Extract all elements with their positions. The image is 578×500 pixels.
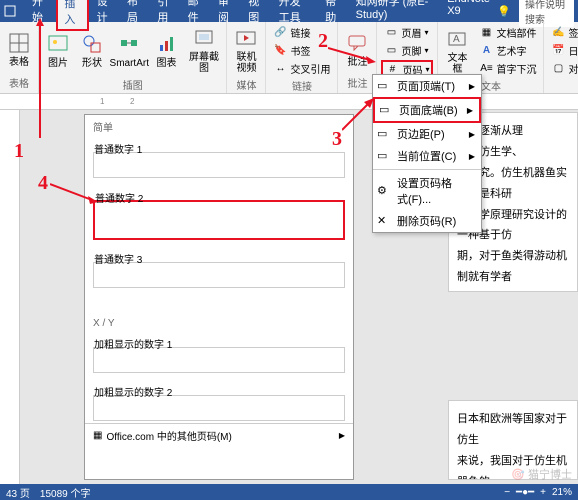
status-page[interactable]: 43 页: [6, 485, 30, 500]
footer-button[interactable]: ▭页脚▾: [381, 42, 433, 59]
menu-remove-pagenum[interactable]: ✕删除页码(R): [373, 210, 481, 232]
menu-separator: [373, 169, 481, 170]
screenshot-icon: [192, 26, 216, 50]
chevron-right-icon: ▶: [469, 152, 475, 161]
chevron-right-icon: ▶: [469, 82, 475, 91]
date-icon: 📅: [551, 44, 565, 58]
chevron-right-icon: ▶: [469, 130, 475, 139]
link-icon: 🔗: [273, 26, 287, 40]
zoom-in-icon[interactable]: +: [540, 487, 546, 498]
wordart-icon: A: [479, 44, 493, 58]
menu-current-pos[interactable]: ▭当前位置(C)▶: [373, 145, 481, 167]
annotation-1: 1: [14, 140, 24, 163]
signature-button[interactable]: ✍签名行: [548, 24, 578, 41]
chevron-right-icon: ▶: [339, 431, 345, 440]
svg-text:A: A: [453, 34, 460, 45]
status-words[interactable]: 15089 个字: [40, 485, 91, 500]
parts-icon: ▦: [479, 26, 493, 40]
lightbulb-icon: 💡: [497, 5, 511, 18]
crossref-button[interactable]: ↔交叉引用: [270, 60, 333, 77]
page-bottom-icon: ▭: [379, 103, 393, 117]
gallery-item[interactable]: 普通数字 1: [93, 152, 345, 178]
ribbon: 表格 表格 图片 形状 SmartArt 图表 屏幕截图 插图 联机视频 媒体 …: [0, 22, 578, 94]
video-icon: [234, 26, 258, 50]
gallery-item[interactable]: 普通数字 3: [93, 262, 345, 288]
object-button[interactable]: ▢对象: [548, 60, 578, 77]
zoom-slider[interactable]: ━●━: [516, 487, 534, 498]
office-icon: ▦: [93, 430, 102, 441]
smartart-icon: [117, 32, 141, 56]
menu-format-pagenum[interactable]: ⚙设置页码格式(F)...: [373, 172, 481, 210]
chart-button[interactable]: 图表: [152, 24, 182, 76]
dropcap-button[interactable]: A≡首字下沉: [476, 60, 539, 77]
menu-page-bottom[interactable]: ▭页面底端(B)▶: [373, 97, 481, 123]
save-icon[interactable]: [4, 4, 16, 18]
titlebar: 开始插入设计布局引用邮件审阅视图开发工具帮助知网研学 (原E-Study)End…: [0, 0, 578, 22]
chevron-right-icon: ▶: [467, 106, 473, 115]
wordart-button[interactable]: A艺术字: [476, 42, 539, 59]
shapes-button[interactable]: 形状: [77, 24, 107, 76]
current-pos-icon: ▭: [377, 149, 391, 163]
annotation-2: 2: [318, 30, 328, 53]
online-video-button[interactable]: 联机视频: [231, 24, 261, 76]
watermark: 🎯猫宁博士: [511, 466, 572, 482]
menu-page-top[interactable]: ▭页面顶端(T)▶: [373, 75, 481, 97]
weibo-icon: 🎯: [511, 468, 525, 481]
group-illustrations: 图片 形状 SmartArt 图表 屏幕截图 插图: [39, 22, 227, 93]
datetime-button[interactable]: 📅日期和时间: [548, 42, 578, 59]
format-icon: ⚙: [377, 184, 391, 198]
page-margin-icon: ▭: [377, 127, 391, 141]
crossref-icon: ↔: [273, 62, 287, 76]
gallery-item[interactable]: 加粗显示的数字 2: [93, 395, 345, 421]
quickparts-button[interactable]: ▦文档部件: [476, 24, 539, 41]
annotation-arrow-2: [328, 42, 378, 64]
group-text2: ✍签名行 📅日期和时间 ▢对象: [544, 22, 578, 93]
header-icon: ▭: [384, 26, 398, 40]
annotation-arrow-4: [50, 182, 100, 206]
gallery-section-xy: X / Y: [85, 314, 353, 333]
statusbar: 43 页 15089 个字 − ━●━ + 21%: [0, 484, 578, 500]
chart-icon: [155, 32, 179, 56]
object-icon: ▢: [551, 62, 565, 76]
page-top-icon: ▭: [377, 79, 391, 93]
bookmark-icon: 🔖: [273, 44, 287, 58]
group-media: 联机视频 媒体: [227, 22, 266, 93]
pagenum-dropdown: ▭页面顶端(T)▶ ▭页面底端(B)▶ ▭页边距(P)▶ ▭当前位置(C)▶ ⚙…: [372, 74, 482, 233]
smartart-button[interactable]: SmartArt: [111, 24, 148, 76]
textbox-button[interactable]: A文本框: [442, 24, 472, 77]
footer-icon: ▭: [384, 44, 398, 58]
remove-icon: ✕: [377, 214, 391, 228]
zoom-level[interactable]: 21%: [552, 487, 572, 498]
shapes-icon: [80, 32, 104, 56]
annotation-arrow-3: [342, 96, 378, 132]
annotation-3: 3: [332, 128, 342, 151]
annotation-4: 4: [38, 172, 48, 195]
screenshot-button[interactable]: 屏幕截图: [186, 24, 223, 76]
gallery-item-selected[interactable]: 普通数字 2: [93, 200, 345, 240]
header-button[interactable]: ▭页眉▾: [381, 24, 433, 41]
gallery-section-simple: 简单: [85, 115, 353, 138]
textbox-icon: A: [445, 27, 469, 51]
menu-page-margin[interactable]: ▭页边距(P)▶: [373, 123, 481, 145]
gallery-item[interactable]: 加粗显示的数字 1: [93, 347, 345, 373]
signature-icon: ✍: [551, 26, 565, 40]
gallery-more-office[interactable]: ▦Office.com 中的其他页码(M)▶: [85, 423, 353, 447]
zoom-out-icon[interactable]: −: [504, 487, 510, 498]
horizontal-ruler[interactable]: 1 2: [0, 94, 578, 110]
vertical-ruler[interactable]: [0, 110, 20, 484]
pagenum-gallery: 简单 普通数字 1 普通数字 2 普通数字 3 X / Y 加粗显示的数字 1 …: [84, 114, 354, 480]
annotation-arrow-1: [20, 18, 50, 138]
